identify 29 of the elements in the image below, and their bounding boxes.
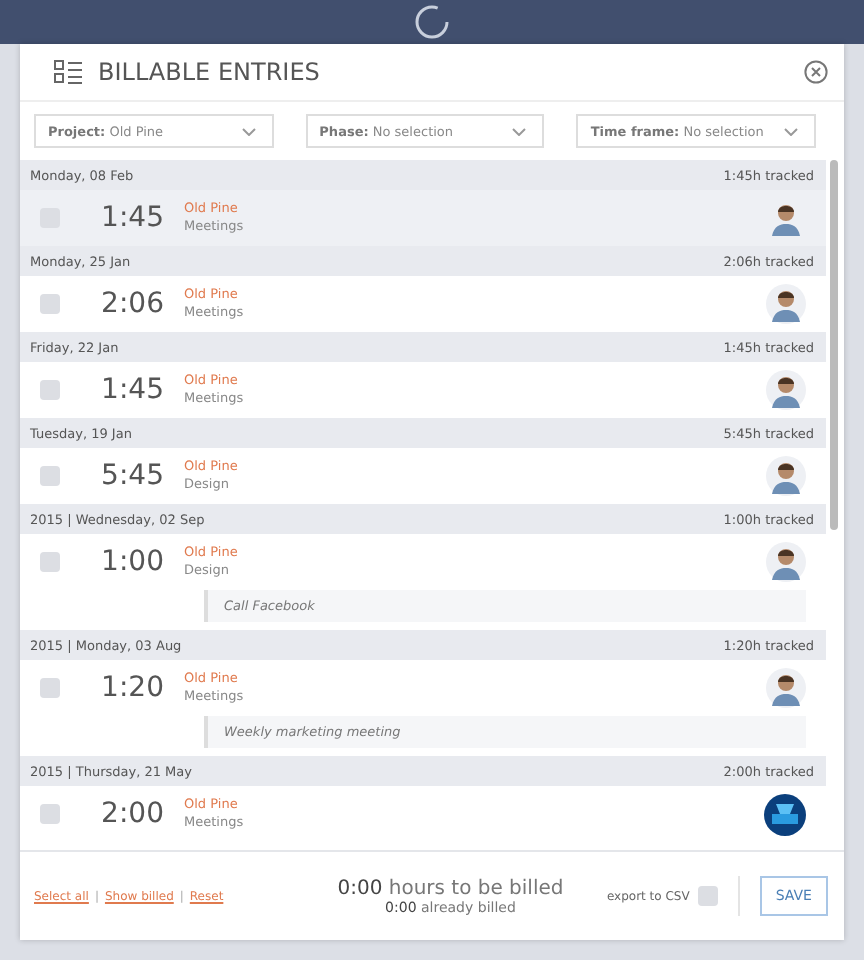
avatar-person-icon bbox=[766, 542, 806, 582]
avatar-person-icon bbox=[766, 370, 806, 410]
avatar-logo-icon bbox=[764, 793, 806, 835]
dialog-title: BILLABLE ENTRIES bbox=[98, 58, 322, 86]
duration: 1:00 bbox=[99, 546, 164, 578]
scrollbar-thumb[interactable] bbox=[830, 160, 838, 530]
chevron-down-icon bbox=[512, 127, 527, 135]
checkbox[interactable] bbox=[40, 466, 60, 486]
checkbox[interactable] bbox=[40, 380, 60, 400]
checkbox[interactable] bbox=[40, 678, 60, 698]
chevron-down-icon bbox=[241, 127, 256, 135]
duration: 2:00 bbox=[99, 798, 164, 830]
chevron-down-icon bbox=[784, 127, 799, 135]
avatar-person-icon bbox=[766, 284, 806, 324]
avatar-person-icon bbox=[766, 456, 806, 496]
loading-spinner-icon bbox=[414, 4, 450, 40]
duration: 2:06 bbox=[99, 288, 164, 320]
duration: 1:45 bbox=[99, 374, 164, 406]
checkbox[interactable] bbox=[40, 552, 60, 572]
close-button[interactable] bbox=[804, 60, 828, 84]
export-checkbox[interactable] bbox=[697, 886, 718, 906]
hours-to-bill: 0:00 hours to be billed bbox=[335, 877, 566, 899]
checkbox[interactable] bbox=[40, 294, 60, 314]
duration: 1:20 bbox=[99, 672, 164, 704]
list-icon bbox=[54, 60, 82, 84]
avatar-person-icon bbox=[766, 668, 806, 708]
duration: 1:45 bbox=[99, 202, 164, 234]
checkbox[interactable] bbox=[40, 804, 60, 824]
duration: 5:45 bbox=[99, 460, 164, 492]
